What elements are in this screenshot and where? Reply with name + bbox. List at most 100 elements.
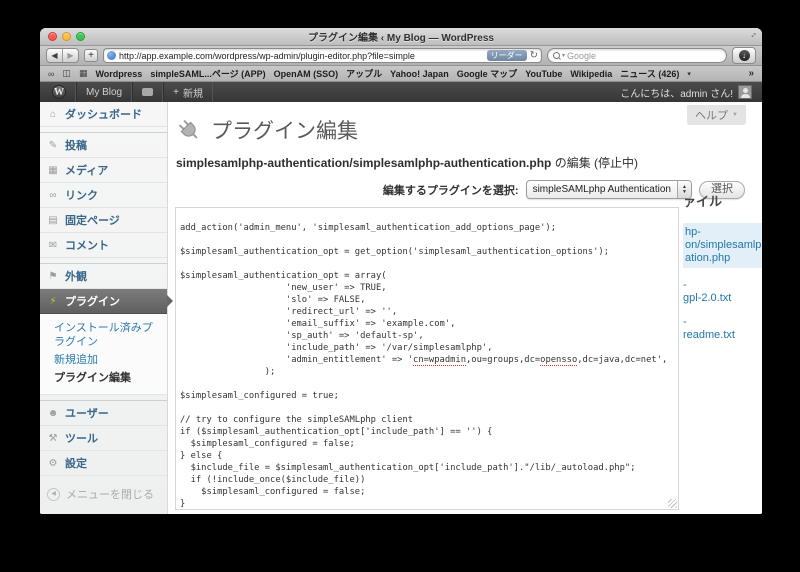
comments-shortcut[interactable] [132,82,164,102]
plugin-file-link-gpl[interactable]: - gpl-2.0.txt [683,279,762,305]
collapse-menu-button[interactable]: ◀ メニューを閉じる [40,476,167,512]
comments-icon: ✉ [48,239,58,251]
bookmark-item[interactable]: OpenAM (SSO) [274,69,339,79]
bookmarks-overflow-chevron[interactable]: » [748,68,754,79]
search-engine-caret-icon[interactable]: ▾ [562,52,565,59]
account-menu[interactable]: こんにちは、admin さん! [620,85,752,100]
new-tab-button[interactable]: + [84,49,98,62]
search-input[interactable]: ▾ Google [547,48,727,63]
plugin-select-dropdown[interactable]: simpleSAMLphp Authentication ▲ ▼ [525,180,692,199]
bookmark-item[interactable]: Wordpress [95,69,142,79]
comment-bubble-icon [142,88,154,96]
sidebar-item-label: プラグイン [65,296,120,308]
bookmark-item[interactable]: ニュース (426) [620,67,679,80]
wp-logo-menu[interactable]: W [50,82,76,102]
bookmark-item[interactable]: YouTube [525,69,562,79]
edited-file-path: simplesamlphp-authentication/simplesamlp… [176,156,552,170]
bookmark-item[interactable]: Yahoo! Japan [390,69,449,79]
reading-list-icon[interactable]: ∞ [48,69,54,79]
bookmark-item[interactable]: Google マップ [457,67,518,80]
sidebar-item-label: 固定ページ [65,215,120,227]
plugin-select-row: 編集するプラグインを選択: simpleSAMLphp Authenticati… [174,171,762,199]
plugin-file-link-readme[interactable]: - readme.txt [683,316,762,342]
browser-toolbar: ◀ ▶ + http://app.example.com/wordpress/w… [40,46,762,66]
top-sites-icon[interactable]: ▦ [79,68,88,79]
site-name: My Blog [86,86,123,98]
bookmarks-book-icon[interactable]: ◫ [62,68,71,79]
forward-button[interactable]: ▶ [62,49,78,62]
sidebar-item-tools[interactable]: ⚒ ツール [40,426,167,451]
wp-sidebar-menu: ⌂ ダッシュボード ✎ 投稿 ▦ メディア ∞ リンク ▤ 固定ページ ✉ コメ… [40,102,173,514]
sidebar-item-appearance[interactable]: ⚑ 外観 [40,263,167,289]
help-tab[interactable]: ヘルプ ▼ [687,105,746,125]
file-name-fragment: - [683,316,687,328]
close-window-button[interactable] [48,32,57,41]
address-bar[interactable]: http://app.example.com/wordpress/wp-admi… [103,48,542,63]
site-name-menu[interactable]: My Blog [76,82,133,102]
posts-icon: ✎ [48,139,58,151]
back-button[interactable]: ◀ [47,49,62,62]
code-segment: ,dc=java,dc=net', [577,355,668,365]
select-plugin-label: 編集するプラグインを選択: [382,184,519,197]
bookmark-item[interactable]: simpleSAML...ページ (APP) [150,67,265,80]
plugin-files-panel: ァイル hp- on/simplesamlp ation.php - gpl-2… [683,191,762,342]
sidebar-item-label: コメント [65,240,109,252]
traffic-lights [48,32,85,41]
help-caret-icon: ▼ [732,112,738,118]
plugin-files-heading: ァイル [683,194,723,209]
editor-region: ァイル hp- on/simplesamlp ation.php - gpl-2… [175,194,762,514]
browser-window: プラグイン編集 ‹ My Blog — WordPress ↔ ◀ ▶ + ht… [40,28,762,514]
code-segment: add_action('admin_menu', 'simplesaml_aut… [180,223,609,353]
window-titlebar[interactable]: プラグイン編集 ‹ My Blog — WordPress ↔ [40,28,762,46]
zoom-window-button[interactable] [76,32,85,41]
new-content-menu[interactable]: + 新規 [163,82,213,102]
sidebar-item-label: メディア [65,165,109,177]
submenu-add-new[interactable]: 新規追加 [54,351,163,369]
desktop: { "icons": { "back": "◀", "forward": "▶"… [0,0,800,572]
sidebar-item-users[interactable]: ☻ ユーザー [40,400,167,426]
sidebar-item-plugins[interactable]: ⚡ プラグイン [40,289,173,314]
bookmark-item[interactable]: アップル [346,67,382,80]
wordpress-logo-icon: W [52,85,66,99]
sidebar-item-comments[interactable]: ✉ コメント [40,233,167,258]
plugin-editor-page: ヘルプ ▼ プラグイン編集 simplesamlphp-authenticati… [168,102,762,514]
collapse-arrow-icon: ◀ [47,487,60,501]
sidebar-item-pages[interactable]: ▤ 固定ページ [40,208,167,233]
minimize-window-button[interactable] [62,32,71,41]
sidebar-item-label: 投稿 [65,140,87,152]
user-avatar [738,85,752,99]
sidebar-item-dashboard[interactable]: ⌂ ダッシュボード [40,102,167,127]
textarea-resize-grip[interactable] [668,499,677,508]
active-item-arrow [167,295,173,307]
page-title-row: プラグイン編集 [174,102,762,147]
sidebar-item-links[interactable]: ∞ リンク [40,183,167,208]
bookmarks-bar: ∞ ◫ ▦ Wordpress simpleSAML...ページ (APP) O… [40,66,762,82]
sidebar-item-label: 外観 [65,271,87,283]
url-text[interactable]: http://app.example.com/wordpress/wp-admi… [119,51,484,61]
sidebar-item-media[interactable]: ▦ メディア [40,158,167,183]
bookmark-item[interactable]: Wikipedia [570,69,612,79]
plugin-code-editor[interactable]: add_action('admin_menu', 'simplesaml_aut… [175,207,679,510]
sidebar-item-label: リンク [65,190,98,202]
collapse-menu-label: メニューを閉じる [66,489,154,501]
greeting-text: こんにちは、admin さん! [620,88,733,100]
sidebar-item-posts[interactable]: ✎ 投稿 [40,132,167,158]
code-segment: ); $simplesaml_configured = true; // try… [180,367,636,509]
admin-content: ⌂ ダッシュボード ✎ 投稿 ▦ メディア ∞ リンク ▤ 固定ページ ✉ コメ… [40,102,762,514]
sidebar-item-settings[interactable]: ⚙ 設定 [40,451,167,476]
plugins-icon: ⚡ [49,295,57,307]
plugin-code[interactable]: add_action('admin_menu', 'simplesaml_aut… [180,210,678,509]
plugin-file-link-selected[interactable]: hp- on/simplesamlp ation.php [683,223,762,268]
submenu-installed-plugins[interactable]: インストール済みプラグイン [54,319,163,351]
page-title: プラグイン編集 [211,120,358,143]
appearance-icon: ⚑ [48,270,58,282]
reader-button[interactable]: リーダー [486,50,527,61]
new-label: 新規 [182,88,203,100]
downloads-button[interactable]: ↓ [732,47,756,64]
submenu-plugin-editor[interactable]: プラグイン編集 [54,369,163,387]
file-name-fragment: gpl-2.0.txt [683,292,732,304]
spellcheck-underlined-text: cn=wpadmin [413,355,467,366]
file-name-fragment: ation.php [685,252,731,264]
plugins-submenu: インストール済みプラグイン 新規追加 プラグイン編集 [40,314,167,395]
reload-icon[interactable]: ↻ [530,50,538,61]
